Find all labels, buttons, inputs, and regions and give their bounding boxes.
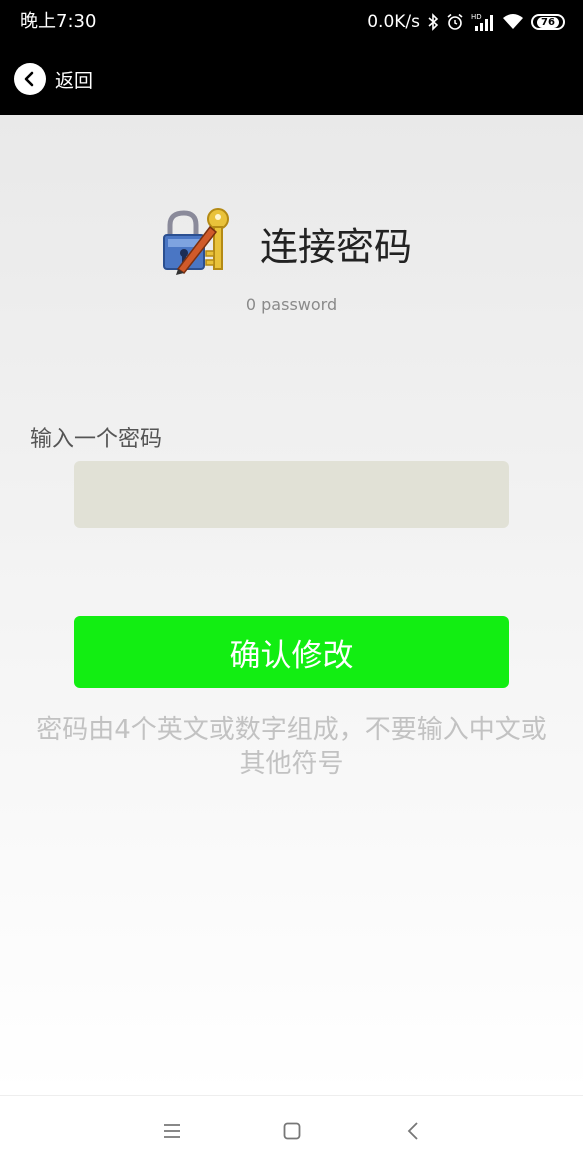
home-icon[interactable]: [277, 1116, 307, 1146]
lock-key-icon: [162, 207, 232, 279]
back-icon[interactable]: [398, 1116, 428, 1146]
alarm-icon: [446, 13, 464, 31]
back-button[interactable]: 返回: [14, 61, 93, 97]
password-input[interactable]: [74, 461, 509, 528]
page-subtitle-text: 0 password: [245, 295, 338, 314]
menu-icon[interactable]: [157, 1116, 187, 1146]
status-time: 晚上7:30: [20, 11, 97, 32]
bluetooth-icon: [427, 13, 439, 31]
back-label: 返回: [55, 69, 94, 92]
page-header: 连接密码: [0, 205, 583, 285]
page-title: 连接密码: [260, 225, 413, 269]
wifi-icon: [502, 13, 524, 31]
hd-label: HD: [471, 13, 482, 21]
hint-line-1: 密码由4个英文或数字组成，不要输入中文或: [36, 715, 547, 745]
status-icons: 0.0K/s HD 76: [367, 9, 565, 35]
hint-text: 密码由4个英文或数字组成，不要输入中文或 其他符号: [0, 713, 583, 781]
chevron-left-icon: [14, 63, 46, 95]
confirm-button[interactable]: 确认修改: [74, 616, 509, 688]
battery-level: 76: [537, 16, 559, 28]
signal-icon: HD: [471, 12, 495, 32]
page-subtitle: 0 password: [0, 295, 583, 314]
main-content: 连接密码 0 password 输入一个密码 确认修改 密码由4个英文或数字组成…: [0, 115, 583, 1095]
hint-line-2: 其他符号: [239, 749, 344, 779]
status-bar: 晚上7:30 0.0K/s HD 76: [0, 0, 583, 44]
title-bar: 返回: [0, 44, 583, 115]
network-speed: 0.0K/s: [367, 12, 420, 32]
navigation-bar: [0, 1095, 583, 1165]
battery-icon: 76: [531, 14, 565, 30]
password-label: 输入一个密码: [30, 427, 163, 452]
